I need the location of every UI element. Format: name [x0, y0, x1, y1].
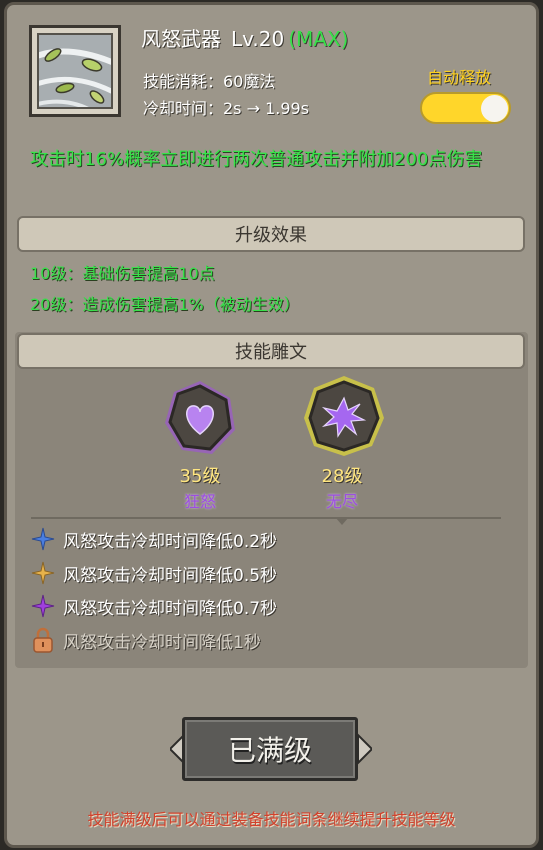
upgrade-item: 10级：基础伤害提高10点 [30, 264, 215, 283]
wind-leaves-icon [37, 33, 113, 109]
rune-name: 无尽 [325, 492, 358, 511]
rune-level: 35级 [179, 466, 221, 487]
rune-header: 技能雕文 [17, 333, 525, 369]
rune-effect-text: 风怒攻击冷却时间降低0.2秒 [63, 531, 278, 552]
rune-divider [31, 517, 501, 519]
rune-effect-row-locked: 风怒攻击冷却时间降低1秒 [31, 626, 261, 654]
footer-hint: 技能满级后可以通过装备技能词条继续提升技能等级 [87, 810, 456, 829]
blue-star-icon [31, 527, 55, 551]
max-tag: (MAX) [288, 27, 349, 51]
rune-slot-endless[interactable]: 28级 无尽 [302, 374, 384, 512]
rune-effect-text: 风怒攻击冷却时间降低1秒 [63, 632, 261, 653]
rune-effect-row: 风怒攻击冷却时间降低0.5秒 [31, 559, 277, 587]
lock-icon [33, 627, 53, 653]
rune-effect-text: 风怒攻击冷却时间降低0.5秒 [63, 565, 278, 586]
burst-rune-icon [304, 376, 384, 456]
auto-cast-toggle[interactable] [420, 92, 511, 124]
max-level-label: 已满级 [182, 717, 358, 781]
rune-effect-row: 风怒攻击冷却时间降低0.7秒 [31, 592, 277, 620]
auto-cast-label: 自动释放 [427, 68, 492, 87]
skill-cooldown: 冷却时间：2s → 1.99s [143, 99, 310, 118]
skill-icon-frame [29, 25, 121, 117]
selection-caret [335, 517, 349, 525]
skill-cost: 技能消耗：60魔法 [143, 72, 276, 91]
rune-effect-row: 风怒攻击冷却时间降低0.2秒 [31, 525, 277, 553]
rune-name: 狂怒 [183, 492, 216, 511]
skill-title: 风怒武器 Lv.20 (MAX) [141, 23, 348, 52]
heart-rune-icon [165, 381, 235, 454]
rune-effect-text: 风怒攻击冷却时间降低0.7秒 [63, 598, 278, 619]
upgrade-header: 升级效果 [17, 216, 525, 252]
toggle-knob [481, 95, 508, 122]
rune-slot-rage[interactable]: 35级 狂怒 [160, 378, 240, 512]
purple-star-icon [31, 594, 55, 618]
skill-name: 风怒武器 [141, 27, 221, 51]
upgrade-item: 20级：造成伤害提高1%（被动生效） [30, 295, 300, 314]
gold-star-icon [31, 561, 55, 585]
skill-level: Lv.20 [231, 27, 285, 51]
max-level-button[interactable]: 已满级 [170, 717, 372, 781]
rune-level: 28级 [321, 466, 363, 487]
skill-description: 攻击时16%概率立即进行两次普通攻击并附加200点伤害 [30, 149, 483, 170]
